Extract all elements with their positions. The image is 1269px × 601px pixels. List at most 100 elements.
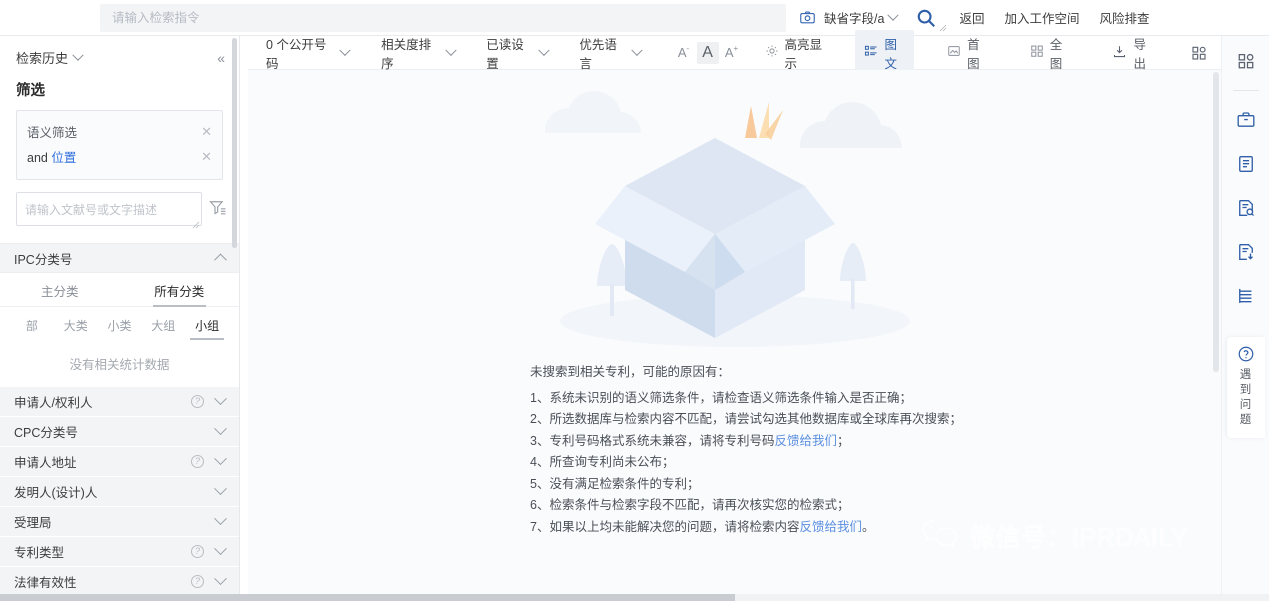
close-icon[interactable]: ✕ — [199, 149, 214, 165]
tab-level-section[interactable]: 部 — [10, 313, 54, 340]
sidebar-filter-office[interactable]: 受理局 — [0, 507, 239, 537]
reason-line: 3、专利号码格式系统未兼容，请将专利号码反馈给我们； — [530, 431, 1130, 453]
feedback-link[interactable]: 反馈给我们 — [774, 434, 837, 448]
patent-search-page: 缺省字段/a 返回 加入工作空间 风险排查 检索历史 — [0, 0, 1269, 601]
global-search-box[interactable] — [100, 3, 786, 32]
sidebar-filter-legal-validity[interactable]: 法律有效性 ? — [0, 567, 239, 594]
font-normal-button[interactable]: A — [696, 41, 719, 64]
doc-input-row — [16, 192, 226, 231]
help-panel-button[interactable]: 遇到问题 — [1226, 337, 1265, 438]
help-icon[interactable]: ? — [191, 455, 204, 468]
filter-label: 专利类型 — [14, 546, 65, 560]
tab-level-class[interactable]: 大类 — [54, 313, 98, 340]
sidebar-scrollbar[interactable] — [232, 38, 237, 578]
view-mode-text-image[interactable]: 图文 — [855, 29, 915, 76]
sidebar-filter-applicant[interactable]: 申请人/权利人 ? — [0, 387, 239, 417]
filter-label: 申请人地址 — [14, 456, 77, 470]
view-mode-text-image-label: 图文 — [884, 37, 897, 71]
apps-grid-icon[interactable] — [1191, 45, 1207, 61]
condition-link[interactable]: 位置 — [51, 151, 76, 165]
sidebar-filter-applicant-address[interactable]: 申请人地址 ? — [0, 447, 239, 477]
font-size-controls: A- A A + — [673, 41, 743, 64]
ipc-panel-header[interactable]: IPC分类号 — [0, 243, 239, 273]
doc-number-textarea[interactable] — [16, 192, 202, 226]
reason-line: 4、所查询专利尚未公布； — [530, 455, 675, 469]
search-history-label: 检索历史 — [16, 51, 69, 66]
filter-label: 法律有效性 — [14, 576, 77, 590]
chevron-down-icon — [631, 44, 643, 56]
header-link-risk[interactable]: 风险排查 — [1099, 8, 1149, 27]
font-decrease-button[interactable]: A- — [673, 42, 695, 64]
filter-panel-title: 筛选 — [16, 83, 45, 99]
font-decrease-sup: - — [686, 44, 690, 53]
chevron-down-icon — [444, 44, 456, 56]
ipc-empty-text: 没有相关统计数据 — [69, 358, 170, 372]
chevron-down-icon — [214, 542, 227, 556]
content-scrollbar[interactable] — [1213, 72, 1219, 572]
sidebar-top: 检索历史 « 筛选 语义筛选 ✕ and 位置 ✕ — [0, 36, 239, 231]
reason-text: 7、如果以上均未能解决您的问题，请将检索内容 — [530, 519, 800, 534]
help-icon[interactable]: ? — [191, 395, 204, 408]
reason-suffix: 。 — [861, 519, 875, 534]
font-increase-button[interactable]: A + — [721, 42, 743, 64]
highlight-toggle[interactable]: 高亮显示 — [765, 34, 832, 72]
results-content: 未搜索到相关专利，可能的原因有： 1、系统未识别的语义筛选条件，请检查语义筛选条… — [248, 70, 1221, 594]
filter-label: 申请人/权利人 — [14, 396, 93, 410]
condition-label: 语义筛选 — [27, 126, 78, 140]
help-icon[interactable]: ? — [191, 575, 204, 588]
reason-line: 5、没有满足检索条件的专利； — [530, 476, 700, 491]
priority-language[interactable]: 优先语言 — [579, 34, 643, 72]
tree-list-icon[interactable] — [1229, 279, 1263, 313]
search-input[interactable] — [100, 3, 786, 32]
search-history-row: 检索历史 « — [16, 48, 225, 67]
search-history-toggle[interactable]: 检索历史 — [16, 48, 84, 67]
header-link-workspace[interactable]: 加入工作空间 — [1004, 8, 1079, 27]
apps-grid-icon[interactable] — [1229, 44, 1263, 78]
tab-level-subclass[interactable]: 小类 — [98, 313, 142, 340]
tab-main-class[interactable]: 主分类 — [0, 273, 120, 306]
default-field-selector[interactable]: 缺省字段/a — [824, 8, 900, 27]
list-text-icon — [864, 44, 878, 61]
document-search-icon[interactable] — [1229, 191, 1263, 225]
font-normal-label: A — [702, 43, 713, 61]
sort-selector[interactable]: 相关度排序 — [381, 34, 456, 72]
view-mode-all-images[interactable]: 全图 — [1021, 30, 1080, 76]
toolbar-right-group: 图文 首图 全图 导出 — [831, 29, 1207, 76]
tab-level-maingroup[interactable]: 大组 — [141, 313, 185, 340]
filter-label: 发明人(设计)人 — [14, 486, 98, 500]
view-mode-first-image[interactable]: 首图 — [938, 30, 997, 76]
font-decrease-label: A — [677, 45, 687, 60]
camera-icon[interactable] — [796, 7, 818, 29]
chevron-down-icon — [537, 44, 550, 56]
export-button[interactable]: 导出 — [1103, 30, 1163, 76]
chevron-down-icon — [214, 512, 227, 526]
tab-all-class[interactable]: 所有分类 — [120, 273, 240, 307]
view-mode-first-image-label: 首图 — [967, 37, 980, 71]
double-chevron-left-icon[interactable]: « — [217, 50, 225, 66]
chevron-up-icon — [214, 253, 227, 266]
condition-row: 语义筛选 ✕ — [27, 119, 214, 144]
close-icon[interactable]: ✕ — [199, 124, 214, 140]
document-download-icon[interactable] — [1229, 235, 1263, 269]
question-circle-icon — [1237, 345, 1255, 368]
tab-level-subgroup[interactable]: 小组 — [185, 313, 229, 340]
document-icon[interactable] — [1229, 147, 1263, 181]
condition-row: and 位置 ✕ — [27, 144, 214, 169]
briefcase-icon[interactable] — [1229, 103, 1263, 137]
sidebar-filter-patent-type[interactable]: 专利类型 ? — [0, 537, 239, 567]
page-horizontal-scrollbar[interactable] — [0, 594, 1269, 601]
doc-textarea-wrap — [16, 192, 202, 231]
sidebar-filter-inventor[interactable]: 发明人(设计)人 — [0, 477, 239, 507]
empty-state-heading: 未搜索到相关专利，可能的原因有： — [530, 365, 731, 379]
feedback-link[interactable]: 反馈给我们 — [799, 520, 862, 534]
right-tool-rail: 遇到问题 — [1221, 36, 1269, 594]
image-icon — [947, 44, 961, 61]
chevron-down-icon — [214, 452, 227, 466]
filter-funnel-icon[interactable] — [208, 198, 228, 218]
help-icon[interactable]: ? — [191, 545, 204, 558]
header-link-back[interactable]: 返回 — [959, 8, 984, 27]
read-settings[interactable]: 已读设置 — [486, 34, 550, 72]
sidebar-filter-cpc[interactable]: CPC分类号 — [0, 417, 239, 447]
public-number-filter[interactable]: 0 个公开号码 — [266, 34, 351, 72]
search-button[interactable] — [911, 5, 947, 31]
